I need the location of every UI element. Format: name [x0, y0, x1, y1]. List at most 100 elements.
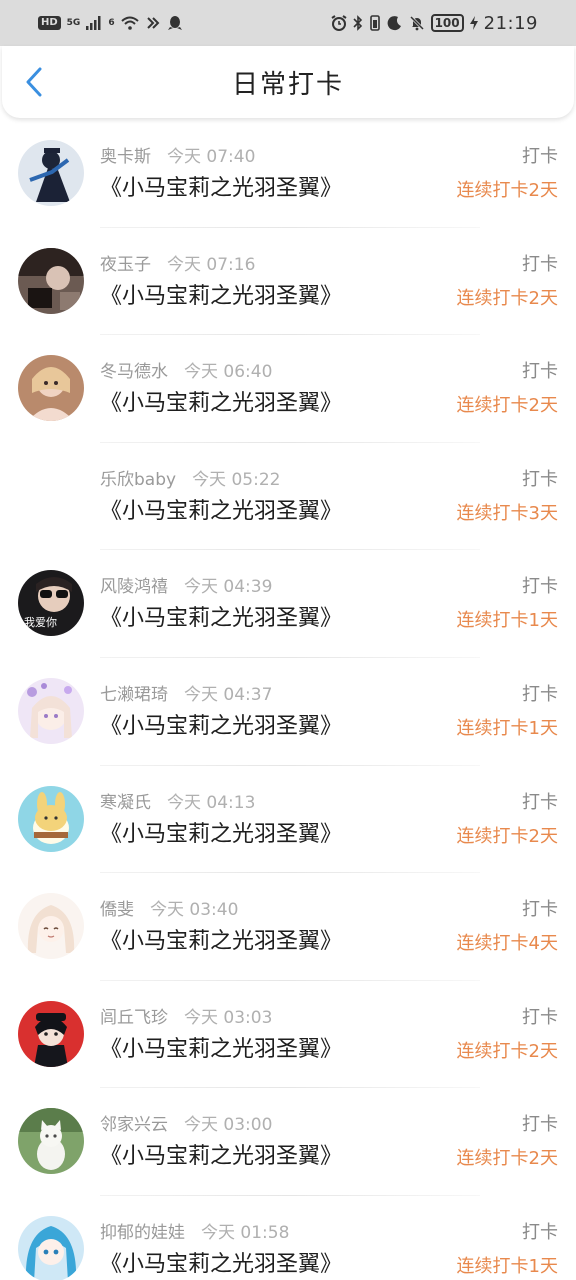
checkin-time: 今天 03:40	[150, 900, 239, 921]
user-name[interactable]: 寒凝氏	[100, 788, 151, 813]
checkin-time: 今天 01:58	[201, 1222, 290, 1243]
clock: 21:19	[483, 12, 538, 34]
mute-bell-icon	[409, 15, 425, 31]
charging-icon	[469, 16, 478, 30]
avatar[interactable]	[18, 677, 84, 744]
avatar[interactable]	[18, 893, 84, 960]
checkin-item[interactable]: 夜玉子 今天 07:16 《小马宝莉之光羽圣翼》 打卡 连续打卡2天	[0, 228, 576, 336]
streak-label: 连续打卡3天	[456, 502, 558, 524]
checkin-time: 今天 06:40	[184, 362, 273, 383]
checkin-type-label: 打卡	[522, 576, 558, 598]
book-title[interactable]: 《小马宝莉之光羽圣翼》	[100, 816, 342, 848]
avatar[interactable]: 我爱你	[18, 570, 84, 637]
checkin-time: 今天 04:39	[184, 577, 273, 598]
checkin-item[interactable]: 闾丘飞珍 今天 03:03 《小马宝莉之光羽圣翼》 打卡连续打卡2天	[0, 981, 576, 1089]
avatar[interactable]	[18, 1215, 84, 1280]
user-name[interactable]: 风陵鸿禧	[100, 572, 168, 597]
checkin-type-label: 打卡	[522, 899, 558, 921]
book-title[interactable]: 《小马宝莉之光羽圣翼》	[100, 170, 342, 202]
user-meta: 寒凝氏 今天 04:13	[100, 788, 255, 813]
avatar[interactable]	[18, 140, 84, 206]
streak-label: 连续打卡1天	[456, 610, 558, 632]
user-name[interactable]: 闾丘飞珍	[100, 1003, 168, 1028]
checkin-type-label: 打卡	[522, 683, 558, 705]
checkin-type-label: 打卡	[522, 1006, 558, 1028]
checkin-time: 今天 04:13	[167, 792, 256, 813]
checkin-time: 今天 03:00	[184, 1115, 273, 1136]
checkin-item[interactable]: 七濑珺琦 今天 04:37 《小马宝莉之光羽圣翼》 打卡 连续打卡1天	[0, 658, 576, 766]
checkin-time: 今天 07:40	[167, 147, 256, 167]
streak-label: 连续打卡2天	[456, 395, 558, 417]
checkin-type-label: 打卡	[522, 468, 558, 490]
checkin-type-label: 打卡	[522, 791, 558, 813]
checkin-item[interactable]: 僑斐 今天 03:40 《小马宝莉之光羽圣翼》 打卡 连续打卡4天	[0, 873, 576, 981]
status-bar: HD 5G 6 100 21:19	[0, 0, 576, 46]
streak-label: 连续打卡2天	[456, 1040, 558, 1062]
vibrate-battery-icon	[369, 15, 381, 31]
avatar[interactable]	[18, 785, 84, 852]
signal-icon	[86, 16, 102, 30]
checkin-item[interactable]: 抑郁的娃娃 今天 01:58 《小马宝莉之光羽圣翼》 打卡连续打卡1天	[0, 1196, 576, 1280]
user-meta: 乐欣baby 今天 05:22	[100, 465, 280, 490]
status-bar-left: HD 5G 6	[38, 15, 183, 31]
streak-label: 连续打卡2天	[456, 180, 558, 201]
checkin-type-label: 打卡	[522, 253, 558, 275]
book-title[interactable]: 《小马宝莉之光羽圣翼》	[100, 278, 342, 310]
avatar[interactable]	[18, 355, 84, 422]
book-title[interactable]: 《小马宝莉之光羽圣翼》	[100, 1246, 342, 1278]
user-meta: 夜玉子 今天 07:16	[100, 250, 255, 275]
checkin-item[interactable]: 邻家兴云 今天 03:00 《小马宝莉之光羽圣翼》 打卡 连续打卡2天	[0, 1088, 576, 1196]
checkin-item[interactable]: 乐欣baby 今天 05:22 《小马宝莉之光羽圣翼》 打卡连续打卡3天	[0, 443, 576, 551]
avatar[interactable]	[18, 1000, 84, 1067]
book-title[interactable]: 《小马宝莉之光羽圣翼》	[100, 1031, 342, 1063]
user-meta: 邻家兴云 今天 03:00	[100, 1110, 272, 1135]
checkin-time: 今天 03:03	[184, 1007, 273, 1028]
user-name[interactable]: 夜玉子	[100, 250, 151, 275]
avatar[interactable]	[18, 247, 84, 314]
user-name[interactable]: 乐欣baby	[100, 465, 176, 490]
user-name[interactable]: 邻家兴云	[100, 1110, 168, 1135]
alarm-icon	[331, 15, 347, 31]
checkin-time: 今天 05:22	[192, 469, 281, 490]
user-name[interactable]: 僑斐	[100, 895, 134, 920]
user-name[interactable]: 七濑珺琦	[100, 680, 168, 705]
user-meta: 风陵鸿禧 今天 04:39	[100, 572, 272, 597]
checkin-type-label: 打卡	[522, 1114, 558, 1136]
checkin-type-label: 打卡	[522, 361, 558, 383]
user-name[interactable]: 冬马德水	[100, 357, 168, 382]
hd-badge: HD	[38, 16, 61, 30]
network-type: 5G	[66, 18, 81, 28]
user-name[interactable]: 抑郁的娃娃	[100, 1218, 185, 1243]
book-title[interactable]: 《小马宝莉之光羽圣翼》	[100, 493, 342, 525]
svg-text:我爱你: 我爱你	[24, 616, 57, 629]
book-title[interactable]: 《小马宝莉之光羽圣翼》	[100, 923, 342, 955]
moon-icon	[387, 15, 403, 31]
checkin-item[interactable]: 寒凝氏 今天 04:13 《小马宝莉之光羽圣翼》 打卡连续打卡2天	[0, 766, 576, 874]
user-meta: 闾丘飞珍 今天 03:03	[100, 1003, 272, 1028]
user-name[interactable]: 奥卡斯	[100, 142, 151, 167]
streak-label: 连续打卡2天	[456, 825, 558, 847]
book-title[interactable]: 《小马宝莉之光羽圣翼》	[100, 708, 342, 740]
book-title[interactable]: 《小马宝莉之光羽圣翼》	[100, 600, 342, 632]
book-title[interactable]: 《小马宝莉之光羽圣翼》	[100, 385, 342, 417]
avatar[interactable]	[18, 1108, 84, 1175]
avatar[interactable]	[18, 463, 84, 529]
wifi-icon	[120, 16, 139, 30]
streak-label: 连续打卡2天	[456, 1148, 558, 1170]
checkin-item[interactable]: 奥卡斯 今天 07:40 《小马宝莉之光羽圣翼》 打卡连续打卡2天	[0, 120, 576, 228]
page-title: 日常打卡	[231, 69, 344, 100]
checkin-item[interactable]: 冬马德水 今天 06:40 《小马宝莉之光羽圣翼》 打卡连续打卡2天	[0, 335, 576, 443]
nfc-icon	[145, 16, 161, 30]
qq-icon	[167, 15, 183, 31]
checkin-type-label: 打卡	[522, 1221, 558, 1243]
streak-label: 连续打卡1天	[456, 717, 558, 739]
chevron-left-icon	[26, 67, 42, 97]
book-title[interactable]: 《小马宝莉之光羽圣翼》	[100, 1138, 342, 1170]
nav-header: 日常打卡	[2, 46, 574, 118]
back-button[interactable]	[18, 66, 50, 98]
checkin-item[interactable]: 我爱你 风陵鸿禧 今天 04:39 《小马宝莉之光羽圣翼》 打卡 连续打卡1天	[0, 550, 576, 658]
bluetooth-icon	[352, 15, 363, 31]
checkin-list: 奥卡斯 今天 07:40 《小马宝莉之光羽圣翼》 打卡 连续打卡2天 夜玉子 今天 07:1…	[0, 120, 576, 1280]
checkin-type-label: 打卡	[522, 146, 558, 167]
streak-label: 连续打卡1天	[456, 1255, 558, 1277]
